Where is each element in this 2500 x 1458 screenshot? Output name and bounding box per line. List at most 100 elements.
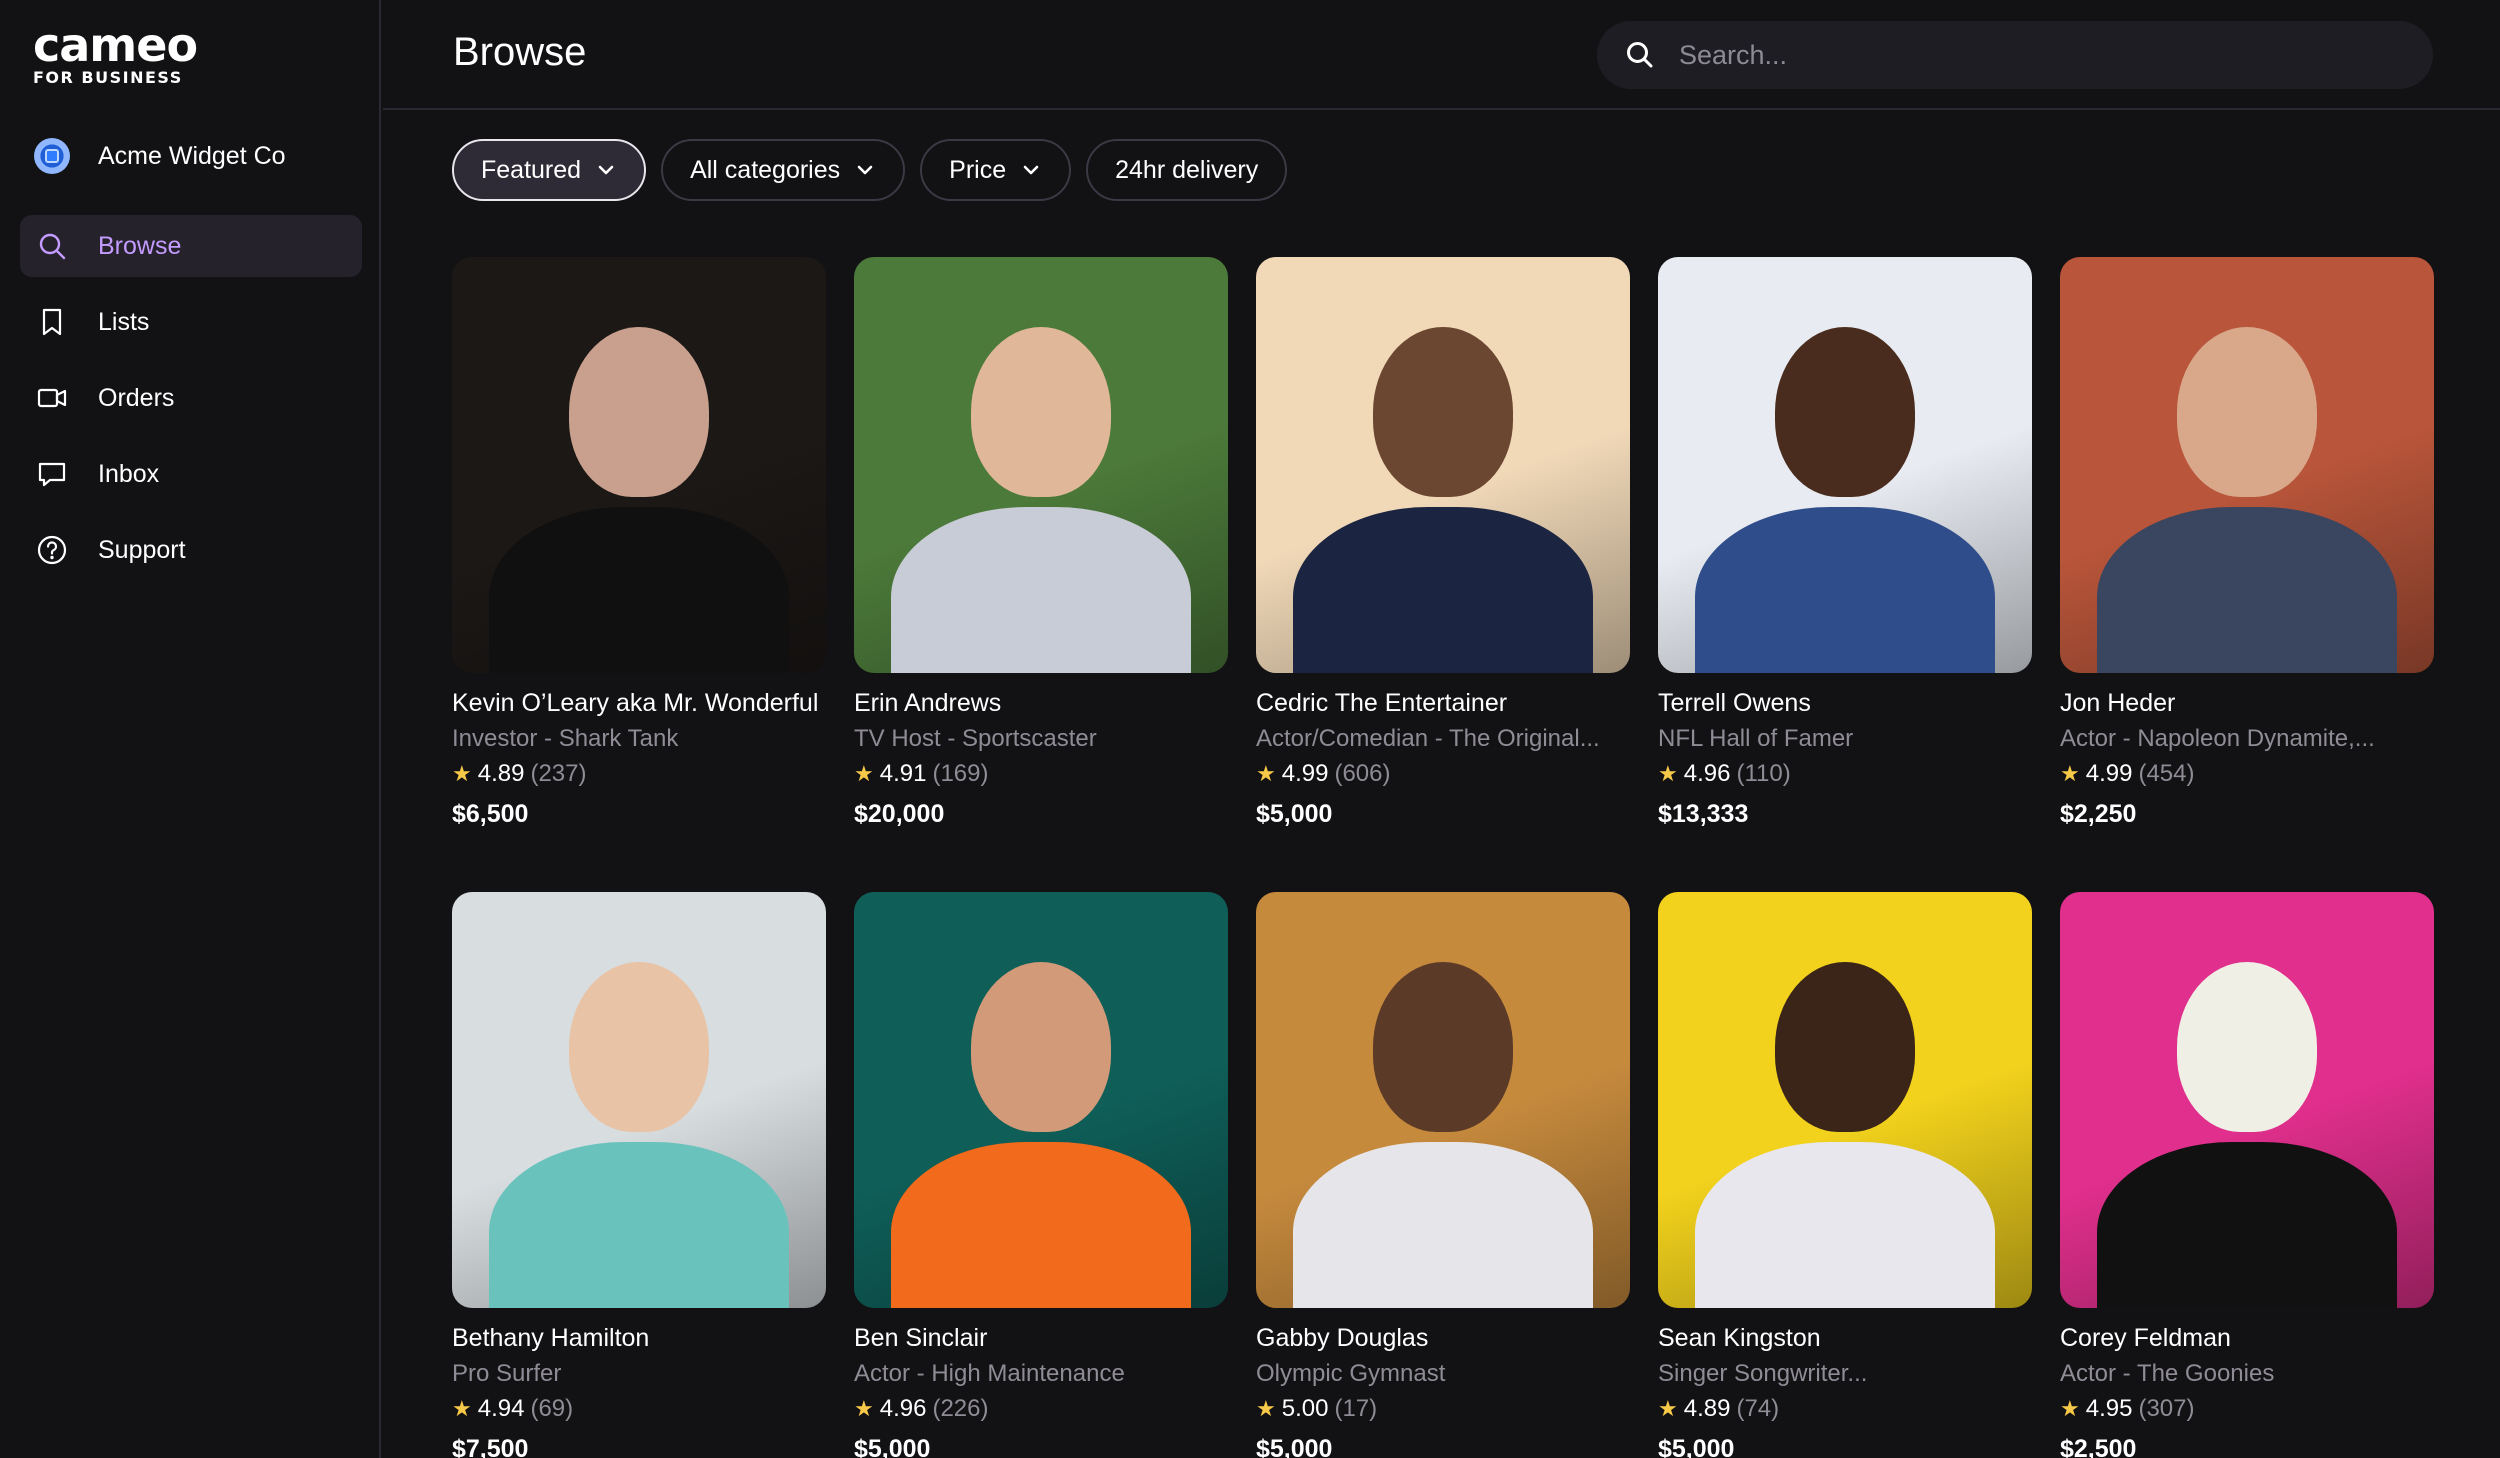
photo-figure-head xyxy=(2177,962,2317,1132)
sidebar-item-label: Inbox xyxy=(98,459,160,488)
talent-name[interactable]: Corey Feldman xyxy=(2060,1324,2434,1353)
talent-photo[interactable] xyxy=(1256,257,1630,673)
talent-photo[interactable] xyxy=(854,892,1228,1308)
talent-name[interactable]: Kevin O’Leary aka Mr. Wonderful xyxy=(452,689,826,718)
talent-card[interactable]: Gabby Douglas Olympic Gymnast ★ 5.00 (17… xyxy=(1256,892,1630,1458)
top-header: Browse xyxy=(383,0,2500,110)
talent-name[interactable]: Erin Andrews xyxy=(854,689,1228,718)
talent-price: $5,000 xyxy=(1256,1435,1333,1458)
talent-rating: ★ 4.89 (237) xyxy=(452,760,826,788)
talent-card[interactable]: Kevin O’Leary aka Mr. Wonderful Investor… xyxy=(452,257,826,892)
star-icon: ★ xyxy=(1256,761,1276,786)
photo-figure-head xyxy=(1775,327,1915,497)
photo-figure-body xyxy=(1293,507,1593,673)
account-switcher[interactable]: Acme Widget Co xyxy=(34,136,286,176)
talent-rating: ★ 4.89 (74) xyxy=(1658,1395,2032,1423)
star-icon: ★ xyxy=(2060,761,2080,786)
filter-label: Price xyxy=(949,155,1007,184)
photo-figure-body xyxy=(891,1142,1191,1308)
sidebar-nav: Browse Lists Orders Inbox Support xyxy=(20,215,362,595)
talent-subtitle: Actor - The Goonies xyxy=(2060,1360,2275,1387)
talent-name[interactable]: Ben Sinclair xyxy=(854,1324,1228,1353)
talent-subtitle: Olympic Gymnast xyxy=(1256,1360,1446,1387)
photo-figure-head xyxy=(1373,327,1513,497)
photo-figure-head xyxy=(1373,962,1513,1132)
rating-value: 4.96 xyxy=(879,1395,927,1422)
talent-subtitle: Investor - Shark Tank xyxy=(452,725,679,752)
search-icon xyxy=(36,230,68,262)
filter-label: All categories xyxy=(690,155,841,184)
photo-figure-head xyxy=(2177,327,2317,497)
talent-price: $2,250 xyxy=(2060,800,2137,828)
talent-name[interactable]: Cedric The Entertainer xyxy=(1256,689,1630,718)
review-count: (110) xyxy=(1736,760,1791,787)
chevron-down-icon xyxy=(598,165,614,175)
photo-figure-head xyxy=(569,327,709,497)
filter-featured[interactable]: Featured xyxy=(452,139,647,201)
bookmark-icon xyxy=(36,306,68,338)
sidebar-item-label: Browse xyxy=(98,231,182,260)
talent-card[interactable]: Sean Kingston Singer Songwriter... ★ 4.8… xyxy=(1658,892,2032,1458)
talent-card[interactable]: Ben Sinclair Actor - High Maintenance ★ … xyxy=(854,892,1228,1458)
photo-figure-body xyxy=(891,507,1191,673)
search-input[interactable] xyxy=(1679,39,2379,71)
talent-photo[interactable] xyxy=(452,257,826,673)
talent-photo[interactable] xyxy=(452,892,826,1308)
review-count: (169) xyxy=(932,760,989,787)
sidebar-item-label: Orders xyxy=(98,383,175,412)
talent-card[interactable]: Erin Andrews TV Host - Sportscaster ★ 4.… xyxy=(854,257,1228,892)
review-count: (226) xyxy=(932,1395,989,1422)
talent-photo[interactable] xyxy=(2060,892,2434,1308)
photo-figure-head xyxy=(971,327,1111,497)
sidebar-item-support[interactable]: Support xyxy=(20,519,362,581)
review-count: (606) xyxy=(1334,760,1391,787)
talent-rating: ★ 4.91 (169) xyxy=(854,760,1228,788)
talent-name[interactable]: Sean Kingston xyxy=(1658,1324,2032,1353)
talent-name[interactable]: Gabby Douglas xyxy=(1256,1324,1630,1353)
photo-figure-body xyxy=(1293,1142,1593,1308)
talent-photo[interactable] xyxy=(1658,892,2032,1308)
sidebar-item-browse[interactable]: Browse xyxy=(20,215,362,277)
rating-value: 4.95 xyxy=(2085,1395,2133,1422)
talent-card[interactable]: Corey Feldman Actor - The Goonies ★ 4.95… xyxy=(2060,892,2434,1458)
talent-subtitle: Actor - High Maintenance xyxy=(854,1360,1125,1387)
talent-photo[interactable] xyxy=(1256,892,1630,1308)
photo-figure-body xyxy=(2097,1142,2397,1308)
cameo-logo[interactable]: cameo FOR BUSINESS xyxy=(33,22,198,87)
sidebar-item-orders[interactable]: Orders xyxy=(20,367,362,429)
talent-photo[interactable] xyxy=(2060,257,2434,673)
account-name: Acme Widget Co xyxy=(98,141,286,170)
talent-name[interactable]: Jon Heder xyxy=(2060,689,2434,718)
talent-subtitle: Actor - Napoleon Dynamite,... xyxy=(2060,725,2375,752)
talent-name[interactable]: Bethany Hamilton xyxy=(452,1324,826,1353)
star-icon: ★ xyxy=(854,1396,874,1421)
search-bar[interactable] xyxy=(1597,21,2433,89)
rating-value: 4.89 xyxy=(477,760,525,787)
chat-bubble-icon xyxy=(36,458,68,490)
talent-card[interactable]: Terrell Owens NFL Hall of Famer ★ 4.96 (… xyxy=(1658,257,2032,892)
review-count: (17) xyxy=(1334,1395,1378,1422)
filter-price[interactable]: Price xyxy=(920,139,1072,201)
filter-all-categories[interactable]: All categories xyxy=(661,139,906,201)
talent-photo[interactable] xyxy=(1658,257,2032,673)
rating-value: 4.89 xyxy=(1683,1395,1731,1422)
sidebar-item-lists[interactable]: Lists xyxy=(20,291,362,353)
talent-rating: ★ 4.95 (307) xyxy=(2060,1395,2434,1423)
star-icon: ★ xyxy=(854,761,874,786)
filter-24hr-delivery[interactable]: 24hr delivery xyxy=(1086,139,1288,201)
talent-rating: ★ 4.94 (69) xyxy=(452,1395,826,1423)
talent-card[interactable]: Bethany Hamilton Pro Surfer ★ 4.94 (69) … xyxy=(452,892,826,1458)
search-icon xyxy=(1627,42,1653,68)
photo-figure-body xyxy=(1695,507,1995,673)
talent-card[interactable]: Jon Heder Actor - Napoleon Dynamite,... … xyxy=(2060,257,2434,892)
page-title: Browse xyxy=(453,30,587,74)
star-icon: ★ xyxy=(1658,1396,1678,1421)
sidebar-item-inbox[interactable]: Inbox xyxy=(20,443,362,505)
talent-name[interactable]: Terrell Owens xyxy=(1658,689,2032,718)
talent-price: $20,000 xyxy=(854,800,945,828)
talent-photo[interactable] xyxy=(854,257,1228,673)
talent-subtitle: Actor/Comedian - The Original... xyxy=(1256,725,1600,752)
talent-card[interactable]: Cedric The Entertainer Actor/Comedian - … xyxy=(1256,257,1630,892)
talent-rating: ★ 4.99 (606) xyxy=(1256,760,1630,788)
logo-tagline: FOR BUSINESS xyxy=(33,68,183,87)
